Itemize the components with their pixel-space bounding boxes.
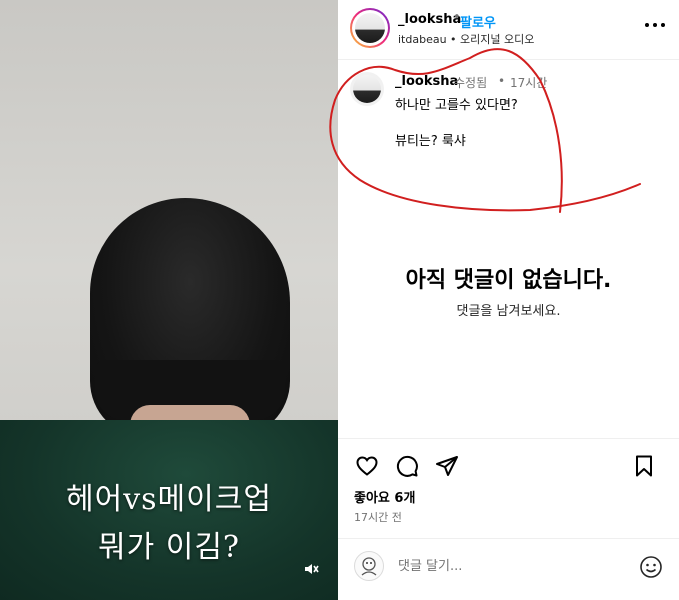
author-avatar[interactable] [350,8,390,48]
audio-subtitle[interactable]: itdabeau • 오리지널 오디오 [398,31,534,47]
media-overlay-line2: 뭐가 이김? [97,530,241,565]
caption-text-line1: 하나만 고를수 있다면? [395,98,518,113]
like-button[interactable] [354,453,380,479]
post-media[interactable]: 헤어vs메이크업 뭐가 이김? [0,0,338,600]
caption-avatar[interactable] [350,72,384,106]
post-header: _looksha • 팔로우 itdabeau • 오리지널 오디오 [338,0,679,60]
caption-edited-label: 수정됨 [454,76,488,90]
caption-username[interactable]: _looksha [395,74,458,89]
caption-separator: • [498,74,506,88]
post-caption: _looksha 수정됨 • 17시간 하나만 고를수 있다면? 뷰티는? 룩샤 [338,60,679,438]
no-comments-title: 아직 댓글이 없습니다. [405,268,612,293]
speaker-muted-icon [305,564,319,574]
post-time[interactable]: 17시간 전 [354,509,402,525]
comment-bubble-icon [396,455,418,477]
save-button[interactable] [631,453,657,479]
mute-button[interactable] [300,558,322,580]
bookmark-icon [636,455,652,477]
author-username[interactable]: _looksha [398,12,461,27]
comment-input[interactable] [398,555,618,577]
viewer-avatar [354,551,384,581]
share-button[interactable] [434,453,460,479]
media-overlay-line1: 헤어vs메이크업 [66,482,272,517]
paper-plane-icon [436,456,458,476]
heart-icon [356,456,378,476]
comment-composer [338,538,679,600]
comment-button[interactable] [394,453,420,479]
user-avatar-icon [361,557,377,576]
post-actions: 좋아요 6개 17시간 전 [338,438,679,538]
caption-text-line2: 뷰티는? 룩샤 [395,134,466,149]
likes-count[interactable]: 좋아요 6개 [354,487,415,506]
more-options-button[interactable] [645,22,665,28]
post-side-panel: _looksha • 팔로우 itdabeau • 오리지널 오디오 _look… [338,0,679,600]
emoji-button[interactable] [639,555,663,579]
caption-timestamp: 17시간 [510,76,548,90]
more-horizontal-icon [645,23,649,27]
no-comments-subtitle: 댓글을 남겨보세요. [456,304,561,319]
smiley-icon [640,556,662,578]
follow-button[interactable]: 팔로우 [460,12,496,31]
